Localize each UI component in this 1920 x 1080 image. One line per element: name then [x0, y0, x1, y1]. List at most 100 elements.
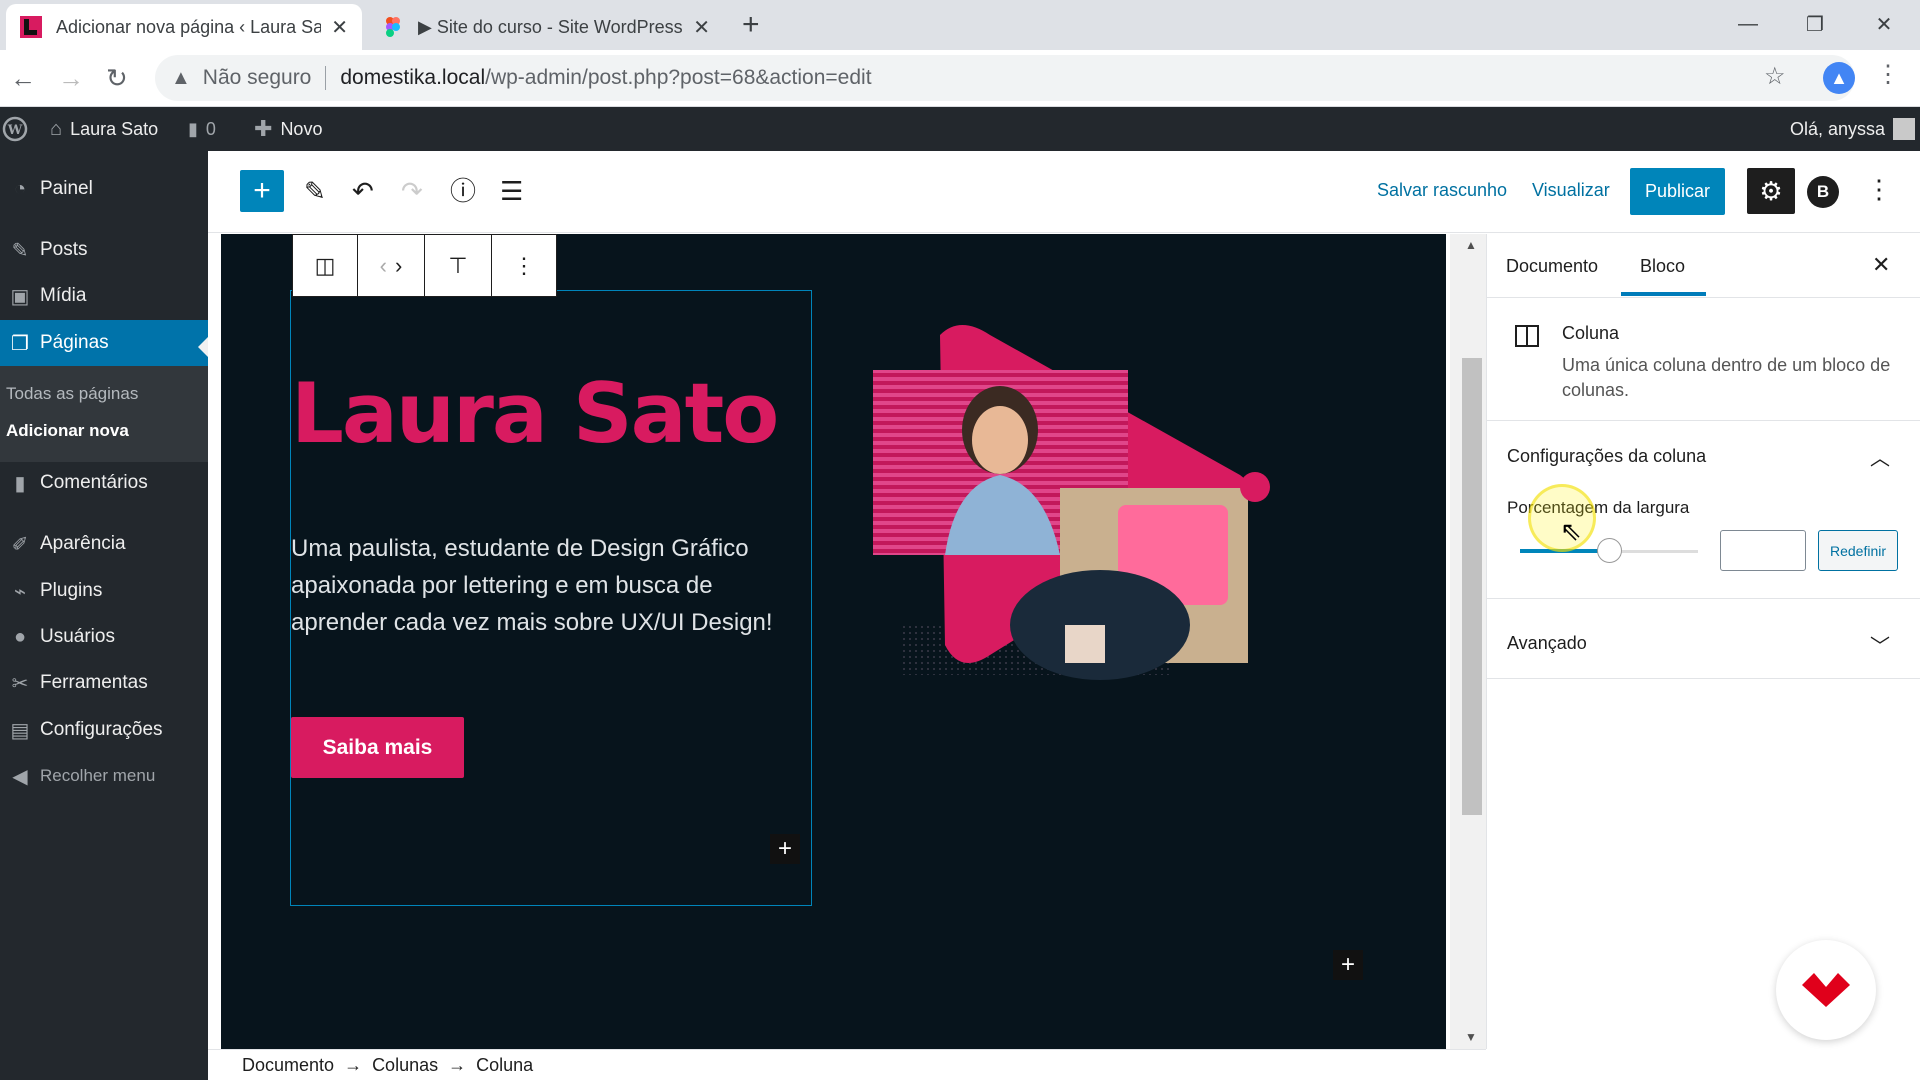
sidebar-item-label: Comentários: [40, 472, 148, 493]
undo-icon[interactable]: ↶: [352, 174, 374, 208]
sidebar-item-label: Usuários: [40, 626, 115, 647]
sidebar-item-comentarios[interactable]: ▮ Comentários: [0, 460, 208, 506]
preview-button[interactable]: Visualizar: [1532, 180, 1610, 201]
sidebar-item-ferramentas[interactable]: ✂ Ferramentas: [0, 660, 208, 706]
site-name: Laura Sato: [70, 118, 159, 139]
block-inserter-button[interactable]: +: [240, 170, 284, 212]
sidebar-item-posts[interactable]: ✎ Posts: [0, 227, 208, 273]
move-arrows[interactable]: ‹ ›: [358, 235, 425, 296]
gear-icon[interactable]: ⚙: [1747, 168, 1795, 214]
breadcrumb-item[interactable]: Documento: [242, 1055, 334, 1076]
tab-documento[interactable]: Documento: [1506, 256, 1598, 277]
close-tab-icon[interactable]: ✕: [331, 15, 348, 40]
site-name-link[interactable]: ⌂ Laura Sato: [50, 107, 158, 151]
new-label: Novo: [280, 118, 323, 139]
tab-title: Adicionar nova página ‹ Laura Sato: [56, 16, 322, 37]
scroll-up-icon[interactable]: ▲: [1465, 238, 1477, 252]
advanced-panel-toggle[interactable]: Avançado: [1507, 633, 1587, 654]
scrollbar-thumb[interactable]: [1462, 358, 1482, 815]
publish-button[interactable]: Publicar: [1630, 168, 1725, 215]
browser-tab[interactable]: ▶ Site do curso - Site WordPress ✕: [368, 4, 724, 50]
block-card-title: Coluna: [1562, 323, 1620, 343]
forward-icon[interactable]: →: [58, 61, 84, 95]
users-icon: ●: [13, 625, 27, 648]
reset-button[interactable]: Redefinir: [1818, 530, 1898, 571]
more-options-icon[interactable]: ⋮: [1866, 174, 1892, 205]
address-bar[interactable]: ▲ Não seguro domestika.local/wp-admin/po…: [155, 55, 1855, 101]
width-input[interactable]: [1720, 530, 1806, 571]
breadcrumb-item[interactable]: Coluna: [476, 1055, 533, 1076]
breadcrumb-item[interactable]: Colunas: [372, 1055, 438, 1076]
width-slider-handle[interactable]: [1597, 538, 1622, 563]
hero-heading[interactable]: Laura Sato: [291, 365, 779, 462]
block-appender-icon[interactable]: +: [770, 834, 800, 864]
chevron-right-icon[interactable]: ›: [395, 253, 402, 279]
sidebar-item-paginas[interactable]: ❐ Páginas: [0, 320, 208, 366]
sidebar-item-label: Páginas: [40, 332, 109, 353]
close-window-icon[interactable]: ✕: [1866, 6, 1902, 42]
scroll-down-icon[interactable]: ▼: [1465, 1030, 1477, 1044]
tab-bloco[interactable]: Bloco: [1640, 256, 1685, 277]
chevron-left-icon[interactable]: ‹: [380, 253, 387, 279]
redo-icon[interactable]: ↷: [401, 174, 423, 208]
plus-icon: ✚: [254, 116, 273, 141]
restore-icon[interactable]: ❐: [1797, 6, 1833, 42]
plugin-b-button[interactable]: B: [1807, 176, 1839, 208]
current-menu-arrow: [198, 337, 208, 357]
warning-icon: ▲: [171, 66, 191, 89]
comments-link[interactable]: ▮ 0: [188, 107, 216, 151]
arrow-right-icon: →: [448, 1054, 467, 1075]
avatar: [1893, 118, 1916, 140]
column-settings-panel-toggle[interactable]: Configurações da coluna: [1507, 446, 1706, 467]
active-tab-indicator: [1621, 292, 1706, 296]
profile-avatar[interactable]: ▲: [1823, 62, 1855, 94]
sidebar-item-aparencia[interactable]: ✐ Aparência: [0, 521, 208, 567]
comment-icon: ▮: [188, 118, 198, 139]
submenu-item-all-pages[interactable]: Todas as páginas: [6, 384, 138, 404]
sidebar-item-midia[interactable]: ▣ Mídia: [0, 273, 208, 319]
align-top-icon[interactable]: ⊤: [425, 235, 492, 296]
back-icon[interactable]: ←: [10, 61, 36, 95]
sidebar-item-usuarios[interactable]: ● Usuários: [0, 614, 208, 660]
pencil-icon[interactable]: ✎: [304, 174, 326, 208]
block-more-icon[interactable]: ⋮: [492, 235, 556, 296]
hero-paragraph[interactable]: Uma paulista, estudante de Design Gráfic…: [291, 530, 791, 641]
pages-submenu: [0, 366, 208, 462]
bookmark-star-icon[interactable]: ☆: [1764, 62, 1786, 91]
reload-icon[interactable]: ↻: [106, 61, 128, 95]
divider: [325, 66, 327, 90]
user-account-link[interactable]: Olá, anyssa: [1790, 107, 1916, 151]
sidebar-item-plugins[interactable]: ⌁ Plugins: [0, 568, 208, 614]
columns-icon[interactable]: ◫: [293, 235, 358, 296]
chevron-down-icon[interactable]: ﹀: [1870, 630, 1890, 659]
submenu-item-add-new[interactable]: Adicionar nova: [6, 421, 129, 441]
sidebar-item-collapse[interactable]: ◀ Recolher menu: [0, 753, 208, 799]
block-card-description: Uma única coluna dentro de um bloco de c…: [1562, 355, 1891, 400]
hero-button[interactable]: Saiba mais: [291, 717, 464, 778]
sidebar-item-label: Mídia: [40, 285, 87, 306]
sidebar-item-painel[interactable]: ◔ Painel: [0, 166, 208, 212]
media-icon: ▣: [10, 285, 30, 308]
chevron-up-icon[interactable]: ︿: [1870, 442, 1890, 471]
info-icon[interactable]: ⓘ: [450, 174, 476, 208]
new-tab-icon[interactable]: +: [742, 10, 760, 40]
hero-image[interactable]: [860, 325, 1330, 685]
minimize-icon[interactable]: —: [1730, 6, 1766, 42]
wp-admin-bar: W ⌂ Laura Sato ▮ 0 ✚ Novo Olá, anyssa: [0, 107, 1920, 151]
new-content-link[interactable]: ✚ Novo: [254, 107, 322, 151]
settings-icon: ▤: [10, 719, 30, 742]
sidebar-item-configuracoes[interactable]: ▤ Configurações: [0, 707, 208, 753]
list-view-icon[interactable]: ☰: [500, 174, 523, 208]
sidebar-item-label: Plugins: [40, 580, 103, 601]
sidebar-item-label: Painel: [40, 178, 93, 199]
divider: [1486, 678, 1920, 679]
wordpress-logo-icon[interactable]: W: [2, 107, 28, 151]
greeting: Olá, anyssa: [1790, 118, 1886, 139]
browser-menu-icon[interactable]: ⋮: [1876, 60, 1900, 89]
block-appender-icon[interactable]: +: [1333, 950, 1363, 980]
browser-tab-active[interactable]: Adicionar nova página ‹ Laura Sato ✕: [6, 4, 362, 50]
close-icon[interactable]: ✕: [1872, 252, 1890, 278]
close-tab-icon[interactable]: ✕: [693, 15, 710, 40]
save-draft-button[interactable]: Salvar rascunho: [1377, 180, 1507, 201]
home-icon: ⌂: [50, 117, 63, 140]
